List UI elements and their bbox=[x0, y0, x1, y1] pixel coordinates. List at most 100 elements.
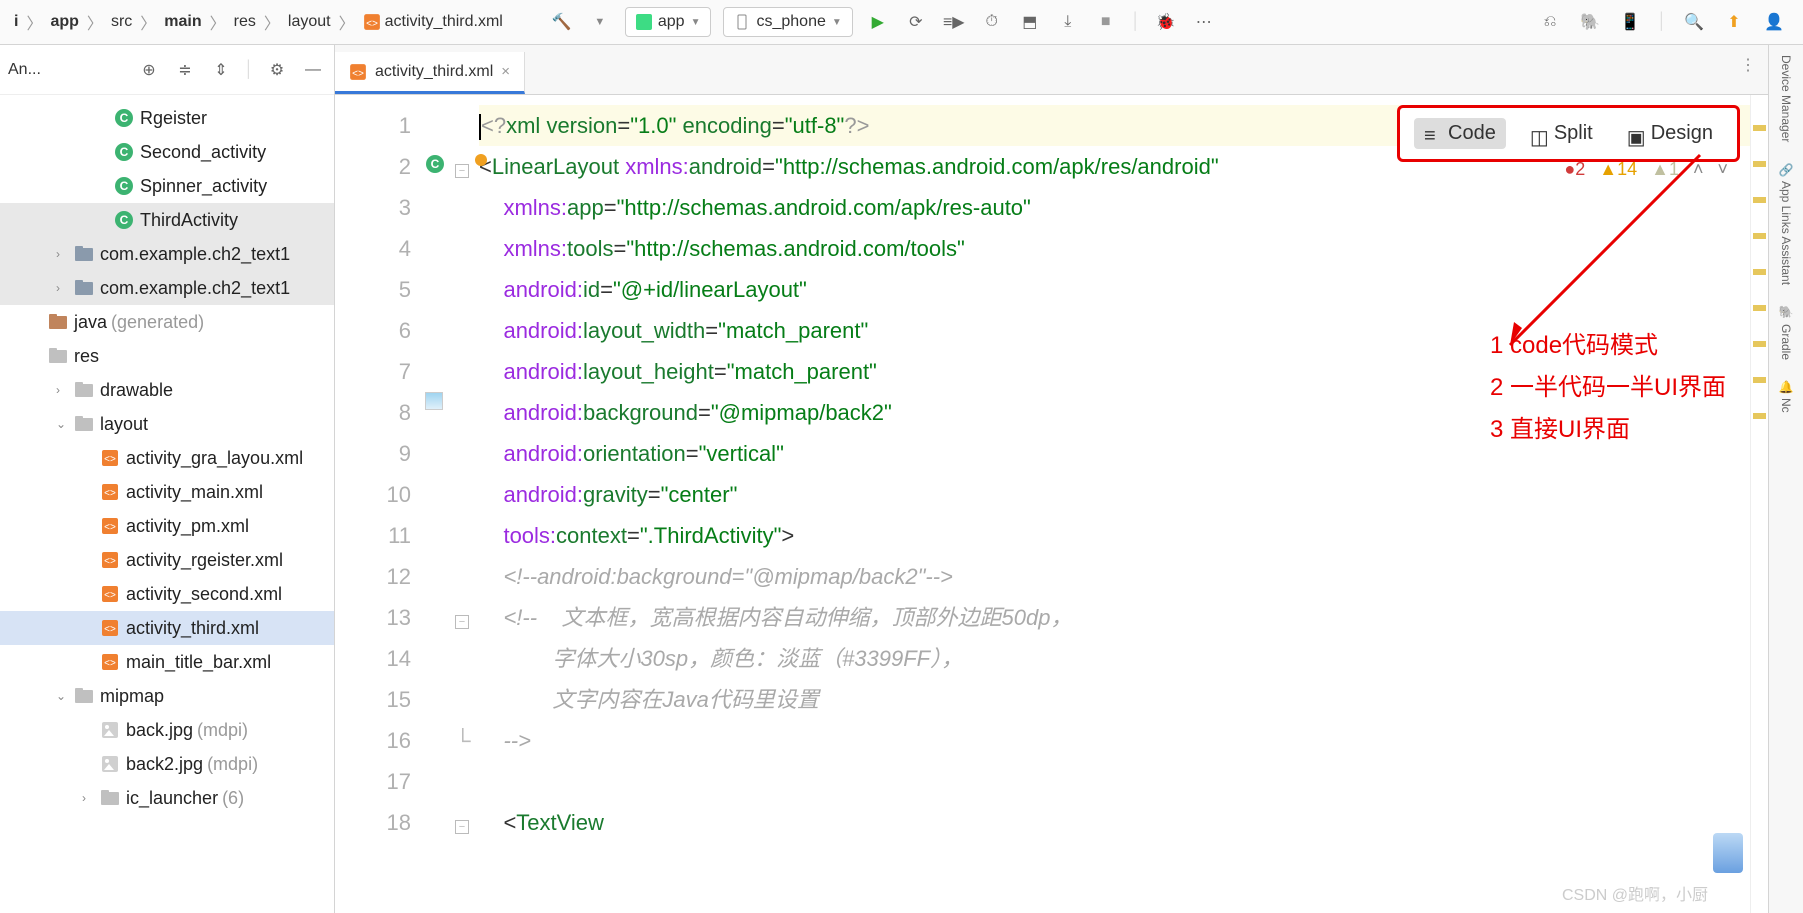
bc-src[interactable]: src bbox=[105, 10, 138, 34]
bc-i[interactable]: i bbox=[8, 10, 24, 34]
line-gutter[interactable]: 123456789101112131415161718 bbox=[335, 95, 425, 913]
more-icon[interactable]: ⋯ bbox=[1191, 9, 1217, 35]
folder-icon bbox=[100, 788, 120, 808]
tabs-menu-icon[interactable]: ⋮ bbox=[1740, 55, 1756, 75]
folder-icon bbox=[48, 346, 68, 366]
right-tool-rail: Device Manager 🔗App Links Assistant 🐘Gra… bbox=[1768, 45, 1803, 913]
img-icon bbox=[100, 754, 120, 774]
sync-icon[interactable]: 🐘 bbox=[1577, 9, 1603, 35]
tree-item[interactable]: CRgeister bbox=[0, 101, 334, 135]
tree-item[interactable]: <>activity_second.xml bbox=[0, 577, 334, 611]
rail-gradle[interactable]: 🐘Gradle bbox=[1779, 305, 1793, 360]
pkg-icon bbox=[74, 244, 94, 264]
rail-notifications[interactable]: 🔔Nc bbox=[1779, 380, 1793, 413]
tree-item[interactable]: ⌄layout bbox=[0, 407, 334, 441]
git-icon[interactable]: ⎌ bbox=[1537, 9, 1563, 35]
debug-small-icon[interactable]: ⬒ bbox=[1017, 9, 1043, 35]
module-dropdown[interactable]: app▼ bbox=[625, 7, 712, 37]
close-icon[interactable]: × bbox=[501, 63, 510, 80]
gutter-marks[interactable]: C bbox=[425, 95, 455, 913]
xml-icon: <> bbox=[100, 584, 120, 604]
fold-gutter[interactable]: −−└− bbox=[455, 95, 479, 913]
hide-icon[interactable]: — bbox=[300, 57, 326, 83]
xml-icon: <> bbox=[100, 618, 120, 638]
breadcrumb: i〉 app〉 src〉 main〉 res〉 layout〉 <>activi… bbox=[8, 10, 509, 34]
tree-item[interactable]: <>activity_pm.xml bbox=[0, 509, 334, 543]
xml-icon: <> bbox=[100, 482, 120, 502]
hammer-icon[interactable]: 🔨 bbox=[549, 9, 575, 35]
debug-icon[interactable]: 🐞 bbox=[1153, 9, 1179, 35]
tree-item[interactable]: ›com.example.ch2_text1 bbox=[0, 271, 334, 305]
device-dropdown[interactable]: cs_phone▼ bbox=[723, 7, 852, 37]
tree-item[interactable]: ›ic_launcher(6) bbox=[0, 781, 334, 815]
tree-item[interactable]: back2.jpg(mdpi) bbox=[0, 747, 334, 781]
svg-text:C: C bbox=[120, 179, 129, 193]
updates-icon[interactable]: ⬆ bbox=[1721, 9, 1747, 35]
sidebar-title: An... bbox=[8, 61, 126, 79]
bc-app[interactable]: app bbox=[44, 10, 84, 34]
chevron-down-icon[interactable]: ˅ bbox=[1717, 159, 1728, 180]
collapse-icon[interactable]: ⇕ bbox=[208, 57, 234, 83]
folder-icon bbox=[74, 414, 94, 434]
attach-icon[interactable]: ⤓ bbox=[1055, 9, 1081, 35]
xml-icon: <> bbox=[100, 652, 120, 672]
stop-icon[interactable]: ■ bbox=[1093, 9, 1119, 35]
project-sidebar: An... ⊕ ≑ ⇕ │ ⚙ — CRgeisterCSecond_activ… bbox=[0, 45, 335, 913]
tree-item[interactable]: ›com.example.ch2_text1 bbox=[0, 237, 334, 271]
rail-device-manager[interactable]: Device Manager bbox=[1779, 55, 1793, 142]
coverage-icon[interactable]: ≡▶ bbox=[941, 9, 967, 35]
design-mode-button[interactable]: ▣Design bbox=[1617, 118, 1723, 149]
tree-item[interactable]: <>activity_main.xml bbox=[0, 475, 334, 509]
tree-item[interactable]: <>activity_gra_layou.xml bbox=[0, 441, 334, 475]
svg-text:<>: <> bbox=[104, 556, 116, 567]
profile-icon[interactable]: ⏱ bbox=[979, 9, 1005, 35]
tree-item[interactable]: <>activity_third.xml bbox=[0, 611, 334, 645]
project-tree[interactable]: CRgeisterCSecond_activityCSpinner_activi… bbox=[0, 95, 334, 913]
c-icon: C bbox=[114, 108, 134, 128]
svg-text:<>: <> bbox=[104, 624, 116, 635]
split-mode-button[interactable]: ◫Split bbox=[1520, 118, 1603, 149]
tree-item[interactable]: CSpinner_activity bbox=[0, 169, 334, 203]
scroll-marks[interactable] bbox=[1750, 95, 1768, 913]
dropdown-arrow-icon[interactable]: ▼ bbox=[587, 9, 613, 35]
svg-text:<>: <> bbox=[104, 454, 116, 465]
refresh-icon[interactable]: ⟳ bbox=[903, 9, 929, 35]
svg-text:<>: <> bbox=[104, 658, 116, 669]
expand-icon[interactable]: ≑ bbox=[172, 57, 198, 83]
tree-item[interactable]: java(generated) bbox=[0, 305, 334, 339]
bc-res[interactable]: res bbox=[228, 10, 262, 34]
tree-item[interactable]: <>activity_rgeister.xml bbox=[0, 543, 334, 577]
tab-activity-third[interactable]: <> activity_third.xml × bbox=[335, 52, 525, 94]
tree-item[interactable]: CThirdActivity bbox=[0, 203, 334, 237]
run-icon[interactable]: ▶ bbox=[865, 9, 891, 35]
account-icon[interactable]: 👤 bbox=[1761, 9, 1787, 35]
rail-app-links[interactable]: 🔗App Links Assistant bbox=[1779, 162, 1793, 285]
pkg-icon bbox=[74, 278, 94, 298]
bc-main[interactable]: main bbox=[158, 10, 207, 34]
bc-file[interactable]: <>activity_third.xml bbox=[357, 10, 509, 34]
device-indicator-icon[interactable] bbox=[1713, 833, 1743, 873]
gear-icon[interactable]: ⚙ bbox=[264, 57, 290, 83]
c-icon: C bbox=[114, 142, 134, 162]
svg-text:<>: <> bbox=[104, 590, 116, 601]
tree-item[interactable]: back.jpg(mdpi) bbox=[0, 713, 334, 747]
c-icon: C bbox=[114, 176, 134, 196]
tree-item[interactable]: ›drawable bbox=[0, 373, 334, 407]
code-mode-button[interactable]: ≡Code bbox=[1414, 118, 1506, 149]
xml-icon: <> bbox=[100, 448, 120, 468]
annotation-text: 1 code代码模式 2 一半代码一半UI界面 3 直接UI界面 bbox=[1490, 325, 1726, 451]
tree-item[interactable]: res bbox=[0, 339, 334, 373]
tree-item[interactable]: <>main_title_bar.xml bbox=[0, 645, 334, 679]
search-icon[interactable]: 🔍 bbox=[1681, 9, 1707, 35]
svg-text:C: C bbox=[120, 111, 129, 125]
tree-item[interactable]: ⌄mipmap bbox=[0, 679, 334, 713]
svg-text:<>: <> bbox=[104, 488, 116, 499]
bc-layout[interactable]: layout bbox=[282, 10, 337, 34]
c-icon: C bbox=[114, 210, 134, 230]
watermark: CSDN @跑啊，小厨 bbox=[1562, 881, 1708, 905]
target-icon[interactable]: ⊕ bbox=[136, 57, 162, 83]
tree-item[interactable]: CSecond_activity bbox=[0, 135, 334, 169]
avd-icon[interactable]: 📱 bbox=[1617, 9, 1643, 35]
gen-icon bbox=[48, 312, 68, 332]
svg-text:C: C bbox=[120, 213, 129, 227]
